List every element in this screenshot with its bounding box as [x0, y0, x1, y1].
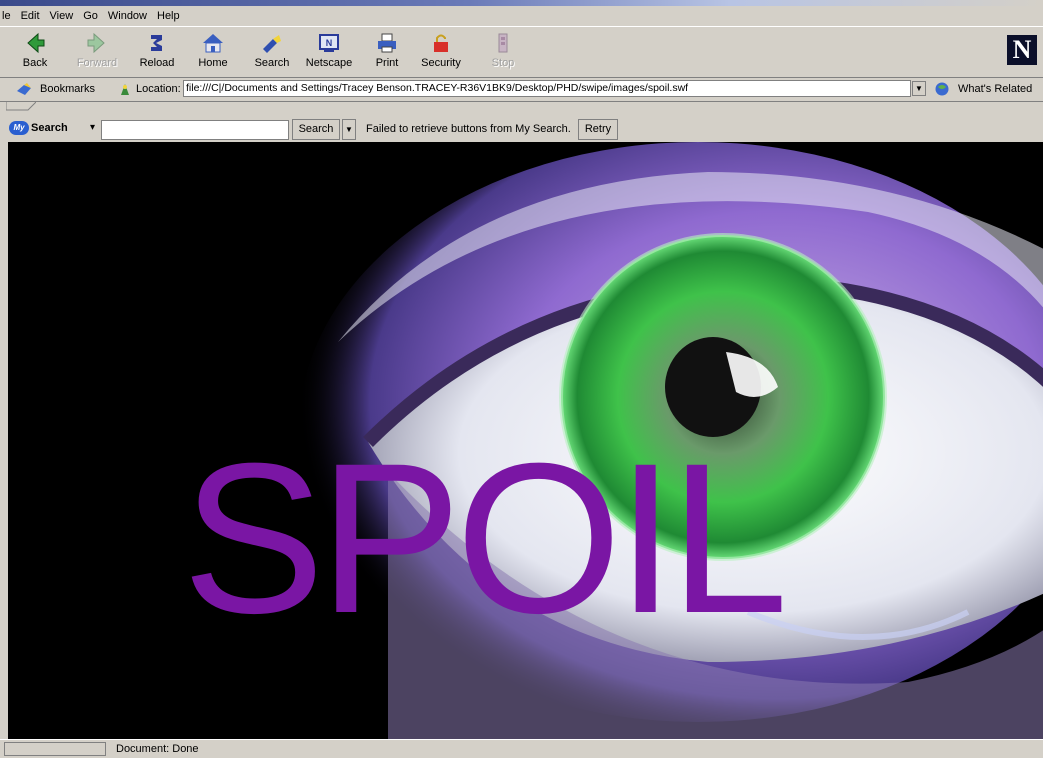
printer-icon	[378, 33, 396, 53]
svg-text:N: N	[326, 38, 333, 48]
netscape-label: Netscape	[305, 57, 353, 69]
toolbar-grip[interactable]	[6, 102, 36, 112]
forward-label: Forward	[76, 57, 118, 69]
netscape-icon: N	[319, 34, 339, 52]
bookmarks-icon	[17, 83, 31, 95]
my-search-dropdown[interactable]: ▼	[342, 119, 356, 140]
home-label: Home	[198, 57, 228, 69]
reload-button[interactable]: Reload	[130, 31, 184, 75]
stop-label: Stop	[491, 57, 515, 69]
bookmarks-button[interactable]: Bookmarks	[40, 83, 95, 95]
search-label: Search	[254, 57, 290, 69]
menu-help[interactable]: Help	[157, 10, 180, 22]
netscape-button[interactable]: N Netscape	[302, 31, 356, 75]
page-content: SPOIL	[8, 142, 1043, 739]
location-dropdown-button[interactable]: ▼	[912, 81, 926, 96]
search-toolbar-button[interactable]: Search	[245, 31, 299, 75]
back-button[interactable]: Back	[8, 31, 62, 75]
forward-arrow-icon	[87, 32, 105, 54]
whats-related-button[interactable]: What's Related	[958, 83, 1032, 95]
forward-button[interactable]: Forward	[70, 31, 124, 75]
home-button[interactable]: Home	[186, 31, 240, 75]
back-label: Back	[22, 57, 48, 69]
menu-bar: le Edit View Go Window Help	[0, 6, 1043, 26]
spoil-title: SPOIL	[182, 419, 788, 658]
page-proxy-icon[interactable]	[118, 82, 132, 96]
home-icon	[203, 34, 223, 53]
flashlight-icon	[263, 35, 281, 53]
my-search-button[interactable]: Search	[292, 119, 340, 140]
my-search-input[interactable]	[101, 120, 289, 140]
stop-button[interactable]: Stop	[476, 31, 530, 75]
padlock-icon	[434, 34, 448, 52]
reload-label: Reload	[139, 57, 175, 69]
my-search-logo: My	[9, 121, 29, 135]
menu-view[interactable]: View	[50, 10, 74, 22]
status-bar: Document: Done	[0, 739, 1043, 758]
stop-icon	[498, 33, 508, 53]
retry-button[interactable]: Retry	[578, 119, 618, 140]
menu-go[interactable]: Go	[83, 10, 98, 22]
menu-window[interactable]: Window	[108, 10, 147, 22]
status-text: Document: Done	[116, 743, 199, 755]
my-search-label[interactable]: Search	[31, 122, 68, 134]
security-button[interactable]: Security	[414, 31, 468, 75]
whats-related-icon	[935, 82, 949, 96]
my-search-status: Failed to retrieve buttons from My Searc…	[366, 123, 571, 135]
netscape-logo: N	[1007, 35, 1037, 65]
location-label: Location:	[136, 83, 181, 95]
print-label: Print	[375, 57, 399, 69]
menu-edit[interactable]: Edit	[21, 10, 40, 22]
menu-file[interactable]: le	[2, 10, 11, 22]
navigation-toolbar: Back Forward Reload Home Search N Netsca…	[0, 26, 1043, 78]
location-toolbar: Bookmarks Location: file:///C|/Documents…	[0, 78, 1043, 102]
reload-icon	[151, 35, 162, 51]
security-label: Security	[421, 57, 461, 69]
status-security-segment	[4, 742, 106, 756]
my-search-menu-caret[interactable]: ▾	[90, 122, 95, 133]
back-arrow-icon	[27, 32, 45, 54]
print-button[interactable]: Print	[360, 31, 414, 75]
location-url-field[interactable]: file:///C|/Documents and Settings/Tracey…	[183, 80, 911, 97]
my-search-toolbar: My Search ▾ Search ▼ Failed to retrieve …	[0, 102, 1043, 142]
